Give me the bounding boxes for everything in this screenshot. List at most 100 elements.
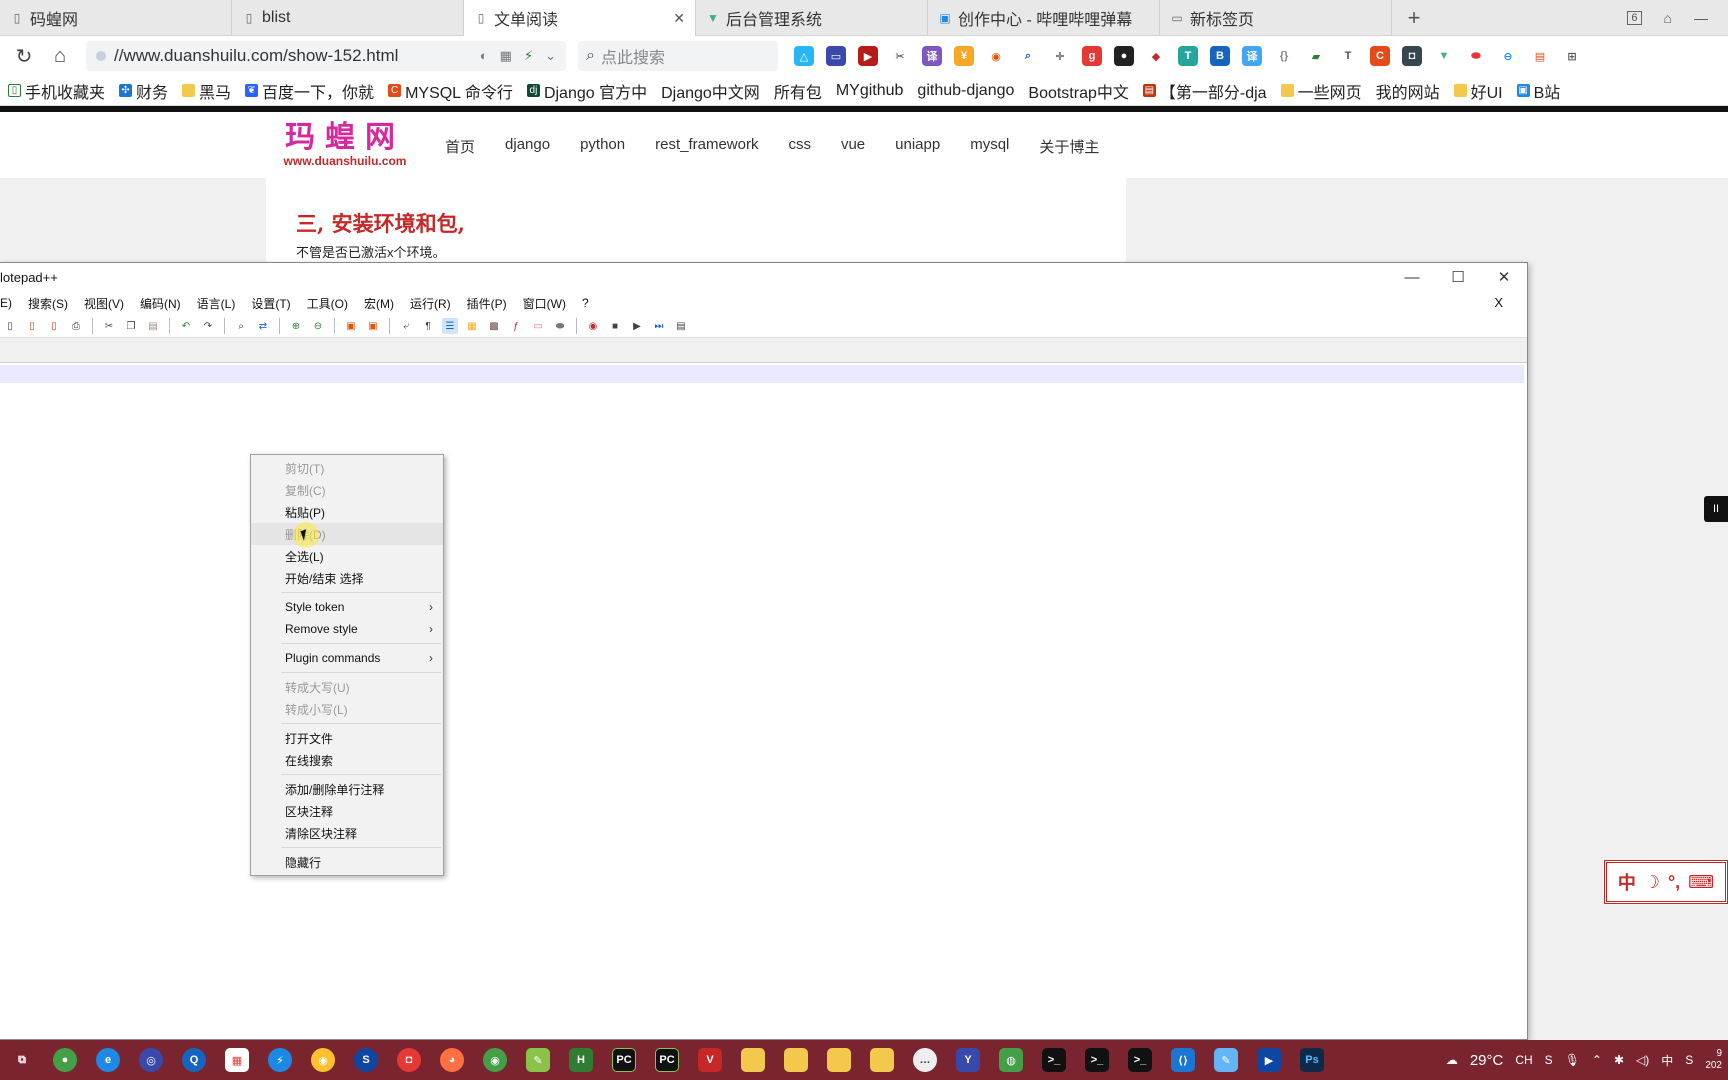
chat-icon[interactable]: … bbox=[913, 1048, 937, 1072]
ime-tray-icon[interactable]: CH bbox=[1515, 1053, 1532, 1067]
close-button[interactable]: ✕ bbox=[1481, 263, 1527, 291]
minimize-icon[interactable]: — bbox=[1694, 10, 1708, 26]
context-item-style-token[interactable]: Style token › bbox=[251, 596, 443, 618]
nav-link-mysql[interactable]: mysql bbox=[970, 136, 1009, 157]
qq-browser-icon[interactable]: Q bbox=[182, 1048, 206, 1072]
indent-guide-icon[interactable]: ☰ bbox=[442, 318, 458, 334]
nav-link-about[interactable]: 关于博主 bbox=[1039, 136, 1099, 157]
punctuation-icon[interactable]: °, bbox=[1668, 872, 1680, 893]
keyboard-icon[interactable]: ⌨ bbox=[1688, 872, 1714, 893]
menu-language[interactable]: 语言(L) bbox=[197, 295, 236, 312]
context-item-block-comment[interactable]: 区块注释 bbox=[251, 800, 443, 822]
browser-tab[interactable]: ▼ 后台管理系统 bbox=[696, 0, 928, 36]
chrome-icon[interactable]: ◉ bbox=[483, 1048, 507, 1072]
search-input[interactable]: ⌕ 点此搜索 bbox=[578, 41, 778, 71]
chrome-beta-icon[interactable]: ◉ bbox=[311, 1048, 335, 1072]
close-icon[interactable]: ✕ bbox=[673, 10, 685, 27]
circle-extension-icon[interactable]: ⊖ bbox=[1498, 46, 1518, 66]
menu-view[interactable]: 视图(V) bbox=[84, 295, 124, 312]
bookmark-folder[interactable]: 黑马 bbox=[182, 79, 231, 103]
nav-link-vue[interactable]: vue bbox=[841, 136, 865, 157]
menu-settings[interactable]: 设置(T) bbox=[251, 295, 290, 312]
bookmark-item[interactable]: 所有包 bbox=[774, 79, 822, 103]
context-item-delete[interactable]: 删除(D) bbox=[251, 523, 443, 545]
stop-macro-icon[interactable]: ■ bbox=[607, 318, 623, 334]
browser-icon[interactable]: ◎ bbox=[139, 1048, 163, 1072]
open-file-icon[interactable]: ▯ bbox=[24, 318, 40, 334]
ime-language[interactable]: 中 bbox=[1618, 869, 1636, 895]
move-icon[interactable]: ✛ bbox=[1050, 46, 1070, 66]
function-list-icon[interactable]: ƒ bbox=[508, 318, 524, 334]
bookmark-item[interactable]: ▯ 手机收藏夹 bbox=[8, 79, 105, 103]
window-titlebar[interactable]: lotepad++ — ☐ ✕ bbox=[0, 263, 1527, 291]
site-logo[interactable]: 玛蝗网 www.duanshuilu.com bbox=[280, 122, 410, 169]
photoshop-icon[interactable]: Ps bbox=[1300, 1048, 1324, 1072]
maximize-button[interactable]: ☐ bbox=[1435, 263, 1481, 291]
browser-tab[interactable]: ▣ 创作中心 - 哔哩哔哩弹幕 bbox=[928, 0, 1160, 36]
triangle-extension-icon[interactable]: △ bbox=[794, 46, 814, 66]
notepad-plus-icon[interactable]: ✎ bbox=[526, 1048, 550, 1072]
folder-4-icon[interactable] bbox=[870, 1048, 894, 1072]
b-extension-icon[interactable]: B bbox=[1210, 46, 1230, 66]
undo-icon[interactable]: ↶ bbox=[178, 318, 194, 334]
browser-tab[interactable]: ▯ blist bbox=[232, 0, 464, 36]
context-item-open-file[interactable]: 打开文件 bbox=[251, 727, 443, 749]
tray-language[interactable]: 中 bbox=[1661, 1052, 1673, 1069]
browser-tab[interactable]: ▯ 码蝗网 bbox=[0, 0, 232, 36]
show-all-chars-icon[interactable]: ¶ bbox=[420, 318, 436, 334]
word-wrap-icon[interactable]: ⤶ bbox=[398, 318, 414, 334]
moon-icon[interactable]: ☽ bbox=[1644, 872, 1660, 893]
translate-blue-icon[interactable]: 译 bbox=[1242, 46, 1262, 66]
bookmark-item[interactable]: ▣ B站 bbox=[1516, 79, 1560, 103]
url-field[interactable]: //www.duanshuilu.com/show-152.html ◐ ▦ ⚡ ⌄ bbox=[86, 41, 566, 71]
sync-v-icon[interactable]: ▣ bbox=[343, 318, 359, 334]
bookmark-item[interactable]: github-django bbox=[917, 82, 1014, 100]
copy-icon[interactable]: ❐ bbox=[123, 318, 139, 334]
player-icon[interactable]: ▶ bbox=[1257, 1048, 1281, 1072]
nav-link-css[interactable]: css bbox=[788, 136, 811, 157]
pause-handle-icon[interactable]: II bbox=[1704, 496, 1728, 522]
oval-extension-icon[interactable]: ⬬ bbox=[1466, 46, 1486, 66]
close-document-button[interactable]: X bbox=[1494, 295, 1503, 310]
nav-link-home[interactable]: 首页 bbox=[445, 136, 475, 157]
firefox-icon[interactable]: ◕ bbox=[440, 1048, 464, 1072]
dark-extension-icon[interactable]: ● bbox=[1114, 46, 1134, 66]
play-extension-icon[interactable]: ▶ bbox=[858, 46, 878, 66]
grid-icon[interactable]: ⊞ bbox=[1562, 46, 1582, 66]
t-grey-icon[interactable]: T bbox=[1338, 46, 1358, 66]
y-app-icon[interactable]: Y bbox=[956, 1048, 980, 1072]
play-macro-icon[interactable]: ▶ bbox=[629, 318, 645, 334]
save-macro-icon[interactable]: ▤ bbox=[673, 318, 689, 334]
app-tray-icon[interactable]: S bbox=[1545, 1053, 1553, 1067]
vue-app-icon[interactable]: V bbox=[698, 1048, 722, 1072]
editor-app-icon[interactable]: ✎ bbox=[1214, 1048, 1238, 1072]
reload-icon[interactable]: ↻ bbox=[6, 40, 42, 72]
folder-1-icon[interactable] bbox=[741, 1048, 765, 1072]
chevron-up-icon[interactable]: ⌃ bbox=[1592, 1053, 1602, 1067]
bluetooth-icon[interactable]: ✱ bbox=[1614, 1053, 1624, 1067]
context-item-hide-lines[interactable]: 隐藏行 bbox=[251, 851, 443, 873]
nav-link-django[interactable]: django bbox=[505, 136, 550, 157]
bookmark-item[interactable]: Bootstrap中文 bbox=[1028, 79, 1129, 103]
store-icon[interactable]: ▦ bbox=[225, 1048, 249, 1072]
volume-icon[interactable]: ◁) bbox=[1636, 1053, 1649, 1067]
t-extension-icon[interactable]: T bbox=[1178, 46, 1198, 66]
context-item-remove-style[interactable]: Remove style › bbox=[251, 618, 443, 640]
shield-extension-icon[interactable]: ¥ bbox=[954, 46, 974, 66]
record-macro-icon[interactable]: ◉ bbox=[585, 318, 601, 334]
menu-window[interactable]: 窗口(W) bbox=[523, 295, 566, 312]
pycharm-icon[interactable]: PC bbox=[612, 1048, 636, 1072]
terminal-3-icon[interactable]: >_ bbox=[1128, 1048, 1152, 1072]
bookmark-folder[interactable]: 好UI bbox=[1453, 79, 1503, 103]
menu-macro[interactable]: 宏(M) bbox=[364, 295, 394, 312]
scissors-icon[interactable]: ✂ bbox=[890, 46, 910, 66]
cube-extension-icon[interactable]: ◆ bbox=[1146, 46, 1166, 66]
menu-tools[interactable]: 工具(O) bbox=[307, 295, 348, 312]
context-item-lowercase[interactable]: 转成小写(L) bbox=[251, 698, 443, 720]
red-extension-icon[interactable]: g bbox=[1082, 46, 1102, 66]
print-icon[interactable]: ⎙ bbox=[68, 318, 84, 334]
task-view-icon[interactable]: ⧉ bbox=[10, 1048, 34, 1072]
terminal-1-icon[interactable]: >_ bbox=[1042, 1048, 1066, 1072]
translate-icon[interactable]: 译 bbox=[922, 46, 942, 66]
minimize-button[interactable]: — bbox=[1389, 263, 1435, 291]
